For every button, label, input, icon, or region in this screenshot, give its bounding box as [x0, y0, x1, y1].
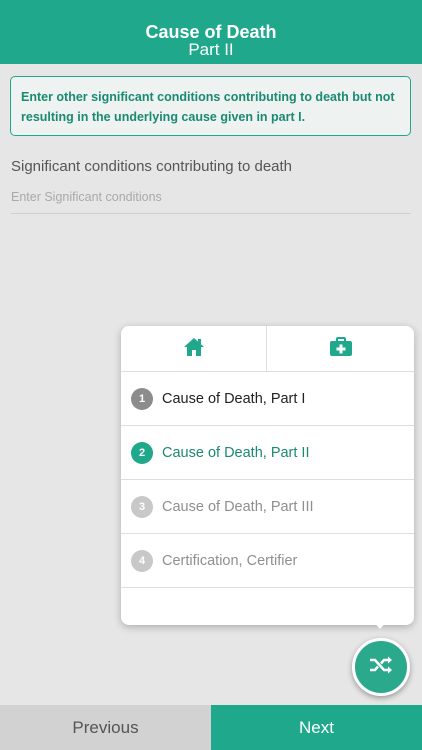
navigation-fab-button[interactable] — [352, 638, 410, 696]
page-subtitle: Part II — [188, 40, 234, 59]
instruction-box: Enter other significant conditions contr… — [10, 76, 411, 136]
step-number-badge: 2 — [131, 442, 153, 464]
popup-pointer — [372, 620, 388, 629]
step-number-badge: 4 — [131, 550, 153, 572]
page-title: Cause of Death — [145, 22, 277, 42]
step-item-4[interactable]: 4 Certification, Certifier — [121, 534, 414, 588]
step-item-3[interactable]: 3 Cause of Death, Part III — [121, 480, 414, 534]
medical-kit-icon — [329, 336, 353, 362]
significant-conditions-input[interactable] — [11, 180, 411, 214]
navigation-popup: 1 Cause of Death, Part I 2 Cause of Deat… — [121, 326, 414, 625]
app-header: Cause of Death Part II — [0, 0, 422, 64]
field-label: Significant conditions contributing to d… — [11, 158, 293, 175]
step-label: Cause of Death, Part II — [162, 445, 310, 461]
next-button[interactable]: Next — [211, 705, 422, 750]
step-label: Cause of Death, Part III — [162, 499, 314, 515]
step-label: Cause of Death, Part I — [162, 391, 306, 407]
step-item-1[interactable]: 1 Cause of Death, Part I — [121, 372, 414, 426]
step-number-badge: 1 — [131, 388, 153, 410]
step-number-badge: 3 — [131, 496, 153, 518]
step-item-2[interactable]: 2 Cause of Death, Part II — [121, 426, 414, 480]
shuffle-icon — [369, 655, 393, 680]
step-label: Certification, Certifier — [162, 553, 298, 569]
medical-tab[interactable] — [268, 326, 414, 372]
previous-button[interactable]: Previous — [0, 705, 211, 750]
home-tab[interactable] — [121, 326, 267, 372]
popup-tabs — [121, 326, 414, 372]
home-icon — [183, 337, 205, 362]
